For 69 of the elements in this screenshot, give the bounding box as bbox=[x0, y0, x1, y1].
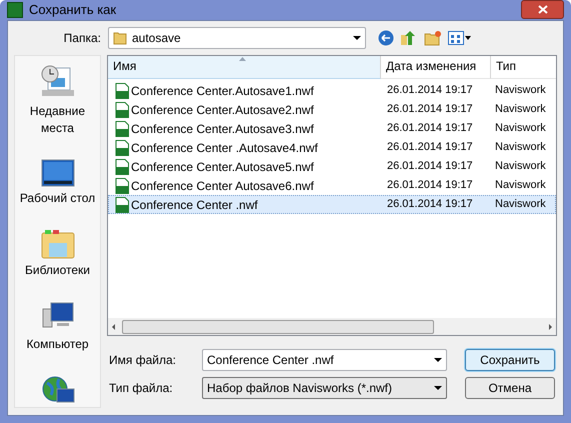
file-type: Naviswork bbox=[494, 121, 546, 136]
file-icon bbox=[115, 158, 129, 174]
folder-up-icon[interactable] bbox=[400, 30, 418, 46]
file-name: Conference Center Autosave6.nwf bbox=[131, 178, 314, 194]
scroll-right-icon[interactable] bbox=[546, 322, 554, 330]
monitor-icon bbox=[40, 159, 74, 187]
file-name: Conference Center.Autosave2.nwf bbox=[131, 102, 314, 118]
file-row[interactable]: Conference Center .nwf 26.01.2014 19:17 Naviswork bbox=[108, 195, 556, 214]
file-name: Conference Center.Autosave1.nwf bbox=[131, 82, 314, 100]
horizontal-scrollbar[interactable] bbox=[108, 318, 556, 335]
folder-icon bbox=[113, 31, 127, 45]
dropdown-arrow-icon bbox=[353, 36, 361, 40]
file-type: Naviswork bbox=[494, 140, 546, 156]
new-folder-icon[interactable] bbox=[424, 30, 442, 46]
view-menu-icon[interactable] bbox=[448, 31, 472, 45]
folder-label: Папка: bbox=[62, 30, 102, 47]
dropdown-arrow-icon bbox=[434, 358, 442, 362]
field-label: Имя файла: bbox=[108, 352, 177, 369]
file-row[interactable]: Conference Center Autosave6.nwf 26.01.2014 19:17 Naviswork bbox=[108, 176, 556, 195]
file-icon bbox=[115, 178, 129, 194]
file-icon bbox=[115, 196, 129, 212]
file-type-dropdown[interactable]: Набор файлов Navisworks (*.nwf) bbox=[202, 377, 447, 399]
file-icon bbox=[115, 102, 129, 118]
file-icon bbox=[115, 120, 129, 136]
file-row[interactable]: Conference Center.Autosave5.nwf 26.01.2014 19:17 Naviswork bbox=[108, 157, 556, 176]
cancel-button[interactable]: Отмена bbox=[465, 377, 555, 399]
column-header[interactable]: Имя bbox=[108, 56, 381, 79]
window-title: Сохранить как bbox=[29, 1, 118, 20]
file-icon bbox=[115, 82, 129, 98]
file-name: Conference Center .Autosave4.nwf bbox=[131, 140, 318, 156]
modified-date: 26.01.2014 19:17 bbox=[386, 121, 474, 136]
modified-date: 26.01.2014 19:17 bbox=[386, 83, 474, 98]
app-logo-icon bbox=[7, 2, 23, 18]
file-name: Conference Center .nwf bbox=[131, 196, 258, 214]
folder-name: autosave bbox=[132, 30, 182, 47]
sort-arrow-icon bbox=[239, 57, 246, 61]
close-icon bbox=[538, 5, 548, 14]
file-name-combobox[interactable]: Conference Center .nwf bbox=[202, 349, 447, 371]
file-row[interactable]: Conference Center.Autosave1.nwf 26.01.2014 19:17 Naviswork bbox=[108, 81, 556, 100]
close-button[interactable] bbox=[521, 0, 564, 19]
dropdown-arrow-icon bbox=[434, 386, 442, 390]
file-type: Naviswork bbox=[494, 83, 546, 98]
folder-icon bbox=[40, 229, 74, 259]
file-row[interactable]: Conference Center .Autosave4.nwf 26.01.2014 19:17 Naviswork bbox=[108, 138, 556, 157]
modified-date: 26.01.2014 19:17 bbox=[386, 140, 474, 156]
save-button[interactable]: Сохранить bbox=[465, 349, 555, 371]
file-row[interactable]: Conference Center.Autosave2.nwf 26.01.2014 19:17 Naviswork bbox=[108, 100, 556, 119]
place-label[interactable]: Библиотеки bbox=[16, 262, 100, 279]
modified-date: 26.01.2014 19:17 bbox=[386, 102, 474, 118]
place-label[interactable]: Рабочий стол bbox=[16, 190, 100, 207]
file-type: Naviswork bbox=[494, 178, 546, 194]
scrollbar-thumb[interactable] bbox=[122, 320, 434, 334]
place-label[interactable]: Компьютер bbox=[16, 336, 100, 353]
folder-dropdown[interactable]: autosave bbox=[108, 27, 366, 49]
scroll-left-icon[interactable] bbox=[110, 322, 118, 330]
place-label[interactable]: Недавние места bbox=[16, 103, 100, 137]
file-icon bbox=[115, 140, 129, 156]
file-name: Conference Center.Autosave5.nwf bbox=[131, 158, 314, 176]
back-icon[interactable] bbox=[378, 30, 394, 46]
modified-date: 26.01.2014 19:17 bbox=[386, 178, 474, 194]
file-name: Conference Center.Autosave3.nwf bbox=[131, 120, 314, 138]
column-header[interactable]: Дата изменения bbox=[381, 56, 491, 79]
modified-date: 26.01.2014 19:17 bbox=[386, 197, 474, 212]
file-type: Naviswork bbox=[494, 197, 546, 212]
field-label: Тип файла: bbox=[108, 380, 174, 397]
file-type: Naviswork bbox=[494, 102, 546, 118]
file-row[interactable]: Conference Center.Autosave3.nwf 26.01.2014 19:17 Naviswork bbox=[108, 119, 556, 138]
modified-date: 26.01.2014 19:17 bbox=[386, 159, 474, 174]
file-type: Naviswork bbox=[494, 159, 546, 174]
